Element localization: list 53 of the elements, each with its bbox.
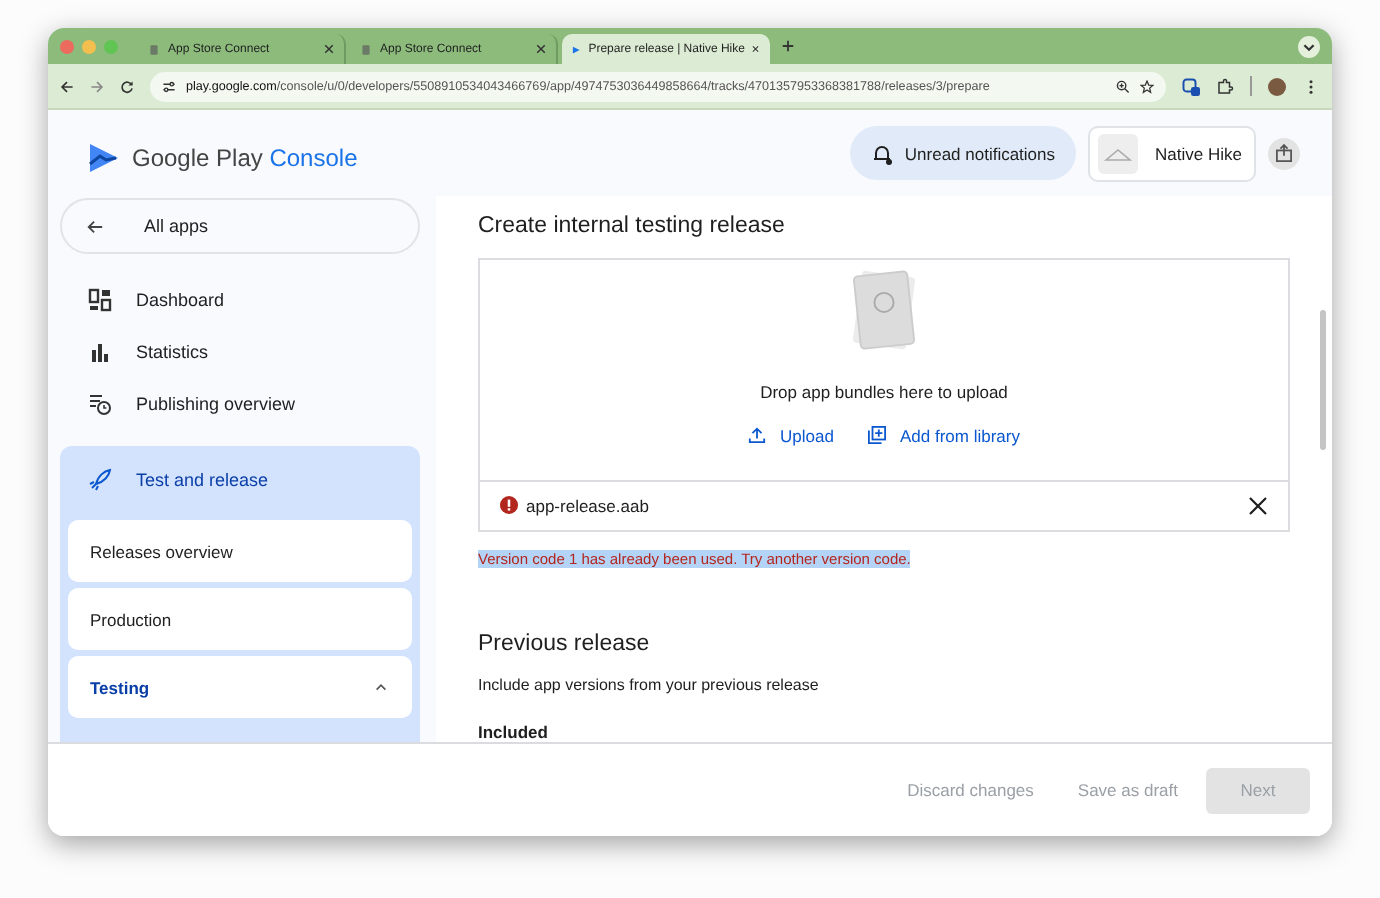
remove-file-icon[interactable] — [1248, 495, 1268, 515]
zoom-icon[interactable] — [1116, 79, 1130, 93]
close-tab-icon[interactable] — [324, 44, 334, 54]
puzzle-icon[interactable] — [1216, 77, 1234, 95]
sidebar-subitem[interactable]: Releases overview — [68, 520, 412, 582]
upload-dropzone[interactable]: Drop app bundles here to upload Upload Add from library app-release.aab — [478, 257, 1290, 531]
sidebar-item[interactable]: Statistics — [60, 326, 420, 378]
section-title: Previous release — [478, 631, 652, 658]
scrollbar-thumb[interactable] — [1320, 310, 1326, 450]
subitem-label: Releases overview — [90, 541, 235, 561]
upload-icon — [748, 426, 767, 444]
section-title: Create internal testing release — [478, 214, 787, 241]
reload-icon[interactable] — [120, 79, 134, 93]
rocket-icon — [88, 468, 112, 492]
bar-chart-icon — [88, 340, 112, 364]
dashboard-icon — [88, 288, 112, 312]
sidebar-section-header[interactable]: Test and release — [68, 446, 412, 514]
upload-action-link[interactable]: Upload — [748, 425, 834, 445]
drop-hint: Drop app bundles here to upload — [760, 381, 1008, 401]
list-clock-icon — [88, 392, 112, 416]
close-tab-icon[interactable] — [752, 44, 760, 54]
profile-avatar[interactable] — [1268, 77, 1286, 95]
add-to-library-icon — [867, 426, 886, 444]
sidebar-item[interactable]: Publishing overview — [60, 378, 420, 430]
app-icon — [1097, 133, 1138, 173]
share-icon[interactable] — [1268, 137, 1300, 169]
new-tab-icon[interactable] — [782, 40, 794, 52]
close-tab-icon[interactable] — [536, 44, 546, 54]
subitem-label: Testing — [90, 677, 152, 697]
bookmark-star-icon[interactable] — [1140, 79, 1154, 93]
bell-icon — [870, 141, 895, 165]
extension-badge-icon[interactable] — [1182, 77, 1200, 95]
sidebar-subitem[interactable]: Testing — [68, 656, 412, 718]
section-description: Include app versions from your previous release — [478, 676, 821, 694]
app-selector-button[interactable]: Native Hike — [1087, 125, 1256, 181]
subitem-label: Production — [90, 609, 174, 629]
included-label: Included — [478, 722, 550, 742]
notifications-button[interactable]: Unread notifications — [850, 126, 1076, 180]
upload-action-link[interactable]: Add from library — [867, 425, 1020, 445]
tab-favicon-icon — [360, 43, 372, 55]
sidebar-item[interactable]: Dashboard — [60, 274, 420, 326]
site-settings-icon[interactable] — [162, 79, 176, 93]
sidebar-subitem[interactable]: Production — [68, 588, 412, 650]
tab-favicon-icon — [572, 43, 581, 55]
back-icon[interactable] — [60, 79, 74, 93]
file-name: app-release.aab — [526, 495, 649, 515]
tab-favicon-icon — [148, 43, 160, 55]
back-arrow-icon — [86, 217, 104, 235]
play-console-logo-icon — [88, 142, 120, 174]
product-logo-text: Google Play Console — [132, 144, 358, 172]
forward-icon[interactable] — [90, 79, 104, 93]
all-apps-button[interactable]: All apps — [60, 198, 420, 254]
tab-search-icon[interactable] — [1298, 35, 1320, 57]
